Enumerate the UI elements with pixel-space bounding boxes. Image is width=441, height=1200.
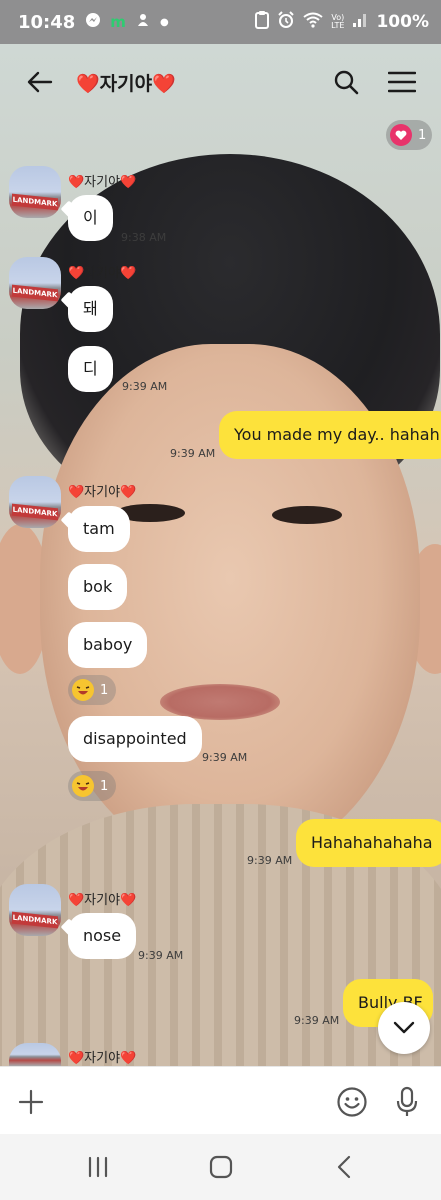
message-time: 9:39 AM (247, 854, 293, 867)
status-time: 10:48 (18, 11, 76, 33)
reaction-count: 1 (100, 778, 109, 794)
message-time: 9:39 AM (170, 447, 216, 460)
avatar-sign: LANDMARK (12, 911, 58, 929)
smiley-icon (337, 1087, 367, 1117)
message-bubble[interactable]: disappointed (68, 716, 202, 762)
voice-button[interactable] (390, 1084, 424, 1120)
messenger-icon (85, 12, 101, 32)
chat-title: ❤️자기야❤️ (76, 72, 176, 95)
system-nav-bar (0, 1134, 441, 1200)
message-input-bar (0, 1066, 441, 1134)
like-count: 1 (418, 127, 427, 143)
wifi-icon (303, 12, 323, 32)
avatar[interactable]: LANDMARK (9, 476, 61, 528)
chat-wallpaper (0, 44, 441, 1066)
laughing-face-icon (72, 679, 94, 701)
chevron-down-icon (393, 1021, 415, 1034)
search-icon (334, 70, 359, 95)
battery-level: 100% (376, 12, 429, 32)
avatar-sign: LANDMARK (12, 193, 58, 211)
message-bubble[interactable]: tam (68, 506, 130, 552)
chat-header: ❤️자기야❤️ (0, 44, 441, 120)
avatar[interactable] (9, 1043, 61, 1066)
message-bubble-outgoing[interactable]: You made my day.. hahah (219, 411, 441, 459)
sender-name: ❤️자기야❤️ (68, 1051, 137, 1066)
message-time: 9:39 AM (138, 949, 184, 962)
alarm-icon (277, 11, 295, 33)
clipboard-icon (255, 11, 270, 33)
volte-icon: Vo) LTE (331, 13, 345, 30)
reaction-badge[interactable]: 1 (68, 771, 116, 801)
scroll-to-bottom-button[interactable] (378, 1002, 430, 1054)
status-right-icons: Vo) LTE 100% (255, 11, 429, 33)
message-bubble[interactable]: 돼 (68, 286, 113, 332)
laughing-face-icon (72, 775, 94, 797)
avatar[interactable]: LANDMARK (9, 166, 61, 218)
avatar-sign: LANDMARK (12, 284, 58, 302)
message-bubble[interactable]: nose (68, 913, 137, 959)
heart-icon (390, 124, 412, 146)
recent-apps-icon (88, 1156, 108, 1178)
message-bubble-outgoing[interactable]: Hahahahahaha (296, 819, 441, 867)
message-time: 9:39 AM (294, 1014, 340, 1027)
message-bubble[interactable]: baboy (68, 622, 148, 668)
status-bar: 10:48 m ● Vo) LTE 100% (0, 0, 441, 44)
avatar[interactable]: LANDMARK (9, 257, 61, 309)
message-bubble[interactable]: 이 (68, 195, 113, 241)
microphone-icon (396, 1086, 418, 1116)
sender-name: ❤️자기야❤️ (68, 175, 137, 190)
home-button[interactable] (197, 1150, 245, 1184)
reaction-count: 1 (100, 682, 109, 698)
menu-button[interactable] (378, 58, 426, 106)
back-button[interactable] (14, 56, 66, 108)
back-arrow-icon (27, 71, 53, 93)
sender-name: ❤️자기야❤️ (68, 485, 137, 500)
avatar-sign: LANDMARK (12, 503, 58, 521)
avatar[interactable]: LANDMARK (9, 884, 61, 936)
notice-like-badge[interactable]: 1 (386, 120, 432, 150)
back-nav-button[interactable] (320, 1150, 368, 1184)
attach-button[interactable] (14, 1085, 48, 1119)
message-bubble[interactable]: 디 (68, 346, 113, 392)
search-button[interactable] (322, 58, 370, 106)
signal-icon (352, 12, 368, 32)
dot-icon: ● (159, 16, 169, 28)
sync-icon (135, 12, 151, 32)
status-left-icons: m ● (85, 12, 169, 32)
plus-icon (18, 1089, 44, 1115)
recent-apps-button[interactable] (74, 1150, 122, 1184)
message-time: 9:39 AM (122, 380, 168, 393)
emoticon-button[interactable] (334, 1084, 370, 1120)
sender-name: ❤️자기야❤️ (68, 893, 137, 908)
wallpaper-lips (160, 684, 280, 720)
sender-name: ❤️자기야❤️ (68, 266, 137, 281)
wallpaper-eye-right (272, 506, 342, 524)
message-bubble[interactable]: bok (68, 564, 128, 610)
reaction-badge[interactable]: 1 (68, 675, 116, 705)
hamburger-menu-icon (388, 71, 416, 93)
m-app-icon: m (110, 13, 126, 31)
message-time: 9:38 AM (121, 231, 167, 244)
back-chevron-icon (337, 1155, 351, 1179)
message-time: 9:39 AM (202, 751, 248, 764)
home-icon (209, 1155, 233, 1179)
